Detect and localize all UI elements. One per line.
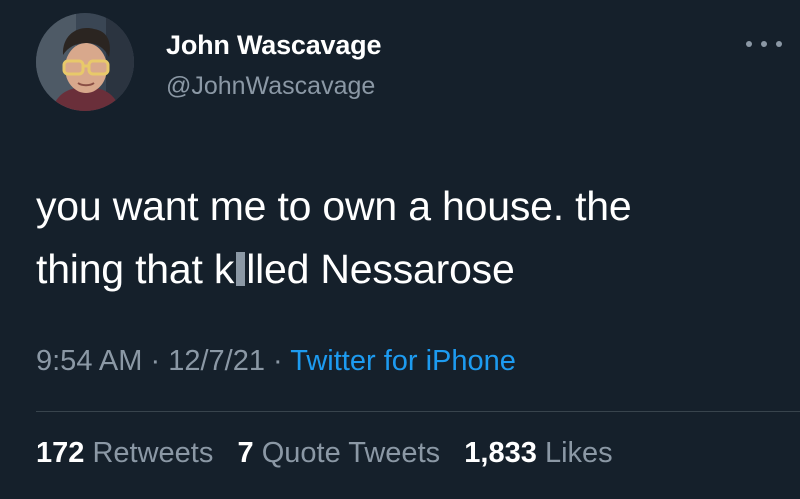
quote-tweets-stat[interactable]: 7 Quote Tweets — [238, 437, 441, 469]
divider — [36, 411, 800, 412]
avatar-portrait-image — [36, 13, 134, 111]
retweets-count: 172 — [36, 437, 85, 469]
meta-separator: · — [150, 345, 161, 377]
more-dot — [746, 41, 752, 47]
quote-tweets-count: 7 — [237, 437, 254, 469]
meta-separator: · — [273, 345, 283, 377]
tweet-stats: 172 Retweets 7 Quote Tweets 1,833 Likes — [36, 437, 613, 470]
tweet-card: John Wascavage @JohnWascavage you want m… — [0, 0, 800, 499]
tweet-text-segment: thing that k — [36, 246, 235, 292]
likes-label: Likes — [544, 437, 613, 469]
tweet-text-segment: lled Nessarose — [246, 246, 515, 292]
tweet-date[interactable]: 12/7/21 — [168, 345, 265, 377]
tweet-time[interactable]: 9:54 AM — [36, 345, 142, 377]
likes-stat[interactable]: 1,833 Likes — [464, 437, 612, 469]
text-cursor-icon — [236, 252, 246, 286]
more-dot — [776, 41, 782, 47]
more-dot — [761, 41, 767, 47]
user-handle[interactable]: @JohnWascavage — [166, 72, 375, 101]
retweets-label: Retweets — [92, 437, 214, 469]
tweet-text: you want me to own a house. the thing th… — [36, 175, 776, 301]
display-name[interactable]: John Wascavage — [166, 30, 381, 61]
tweet-text-line-2: thing that k lled Nessarose — [36, 238, 776, 301]
likes-count: 1,833 — [464, 437, 537, 469]
tweet-source-link[interactable]: Twitter for iPhone — [290, 345, 516, 377]
tweet-metadata: 9:54 AM · 12/7/21 · Twitter for iPhone — [36, 345, 516, 378]
quote-tweets-label: Quote Tweets — [261, 437, 441, 469]
avatar[interactable] — [36, 13, 134, 111]
retweets-stat[interactable]: 172 Retweets — [36, 437, 213, 469]
tweet-text-line-1: you want me to own a house. the — [36, 183, 632, 229]
more-options-icon[interactable] — [746, 36, 782, 52]
